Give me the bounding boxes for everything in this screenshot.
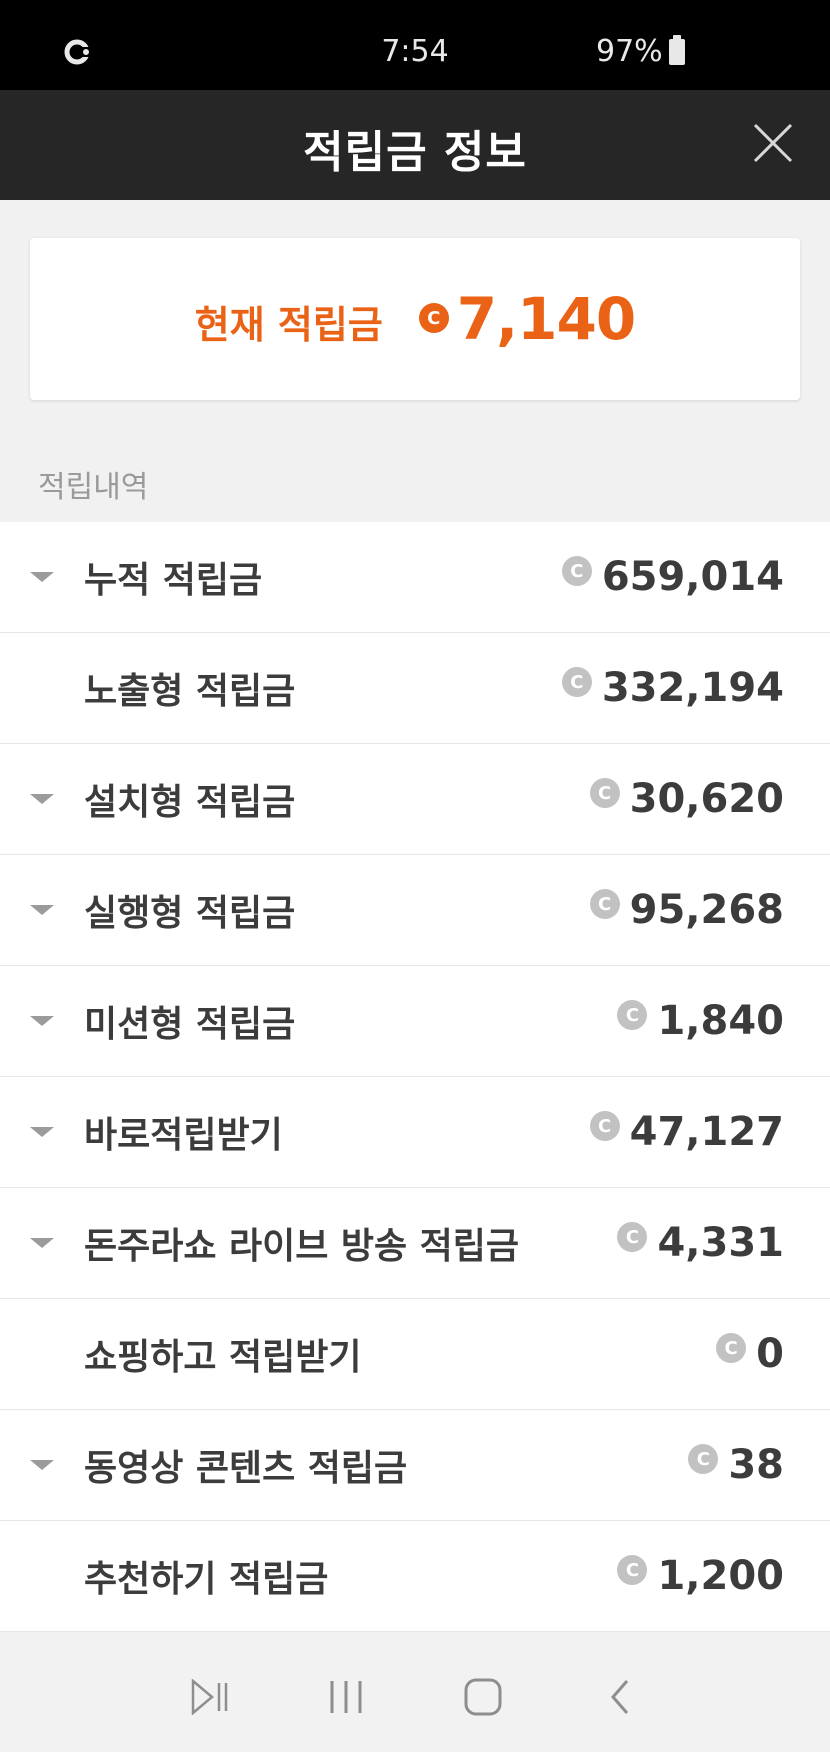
- list-item-amount: 4,331: [657, 1220, 784, 1266]
- battery-icon: [668, 34, 685, 65]
- caret-down-icon: [30, 794, 54, 804]
- coin-icon: C: [561, 556, 592, 586]
- list-item-amount: 659,014: [601, 554, 784, 600]
- list-item-label: 바로적립받기: [84, 1115, 283, 1156]
- list-item-amount: 332,194: [601, 665, 784, 711]
- history-list: 누적 적립금 C 659,014 노출형 적립금 C 332,194 설치형 적…: [0, 522, 830, 1632]
- back-icon: [611, 1680, 629, 1714]
- list-item-amount: 1,200: [657, 1553, 784, 1599]
- current-balance-card: 현재 적립금 C 7,140: [30, 238, 800, 400]
- system-nav-bar: [0, 1642, 830, 1752]
- coin-icon: C: [589, 778, 620, 808]
- coin-icon: C: [617, 1555, 648, 1585]
- recent-apps-button[interactable]: [306, 1642, 386, 1752]
- app-header: 적립금 정보: [0, 90, 830, 200]
- play-pause-icon: [191, 1679, 228, 1715]
- list-item-label: 실행형 적립금: [84, 893, 296, 934]
- page-title: 적립금 정보: [303, 127, 527, 178]
- status-time: 7:54: [381, 34, 449, 69]
- status-bar: 7:54 97%: [0, 0, 830, 90]
- list-item-amount: 30,620: [629, 776, 784, 822]
- list-item-value: C 4,331: [617, 1220, 784, 1266]
- battery-indicator: 97%: [596, 34, 685, 69]
- list-item-amount: 38: [728, 1442, 784, 1488]
- list-item-shopping[interactable]: 쇼핑하고 적립받기 C 0: [0, 1299, 830, 1410]
- back-button[interactable]: [580, 1642, 660, 1752]
- current-balance-amount: 7,140: [456, 285, 636, 353]
- caret-down-icon: [30, 1127, 54, 1137]
- list-item-referral[interactable]: 추천하기 적립금 C 1,200: [0, 1521, 830, 1632]
- caret-down-icon: [30, 1238, 54, 1248]
- list-item-amount: 47,127: [629, 1109, 784, 1155]
- list-item-label: 미션형 적립금: [84, 1004, 296, 1045]
- list-item-value: C 659,014: [561, 554, 784, 600]
- list-item-label: 쇼핑하고 적립받기: [84, 1337, 362, 1378]
- list-item-execution[interactable]: 실행형 적립금 C 95,268: [0, 855, 830, 966]
- coin-icon: C: [617, 1222, 648, 1252]
- coin-icon: C: [418, 303, 449, 333]
- caret-down-icon: [30, 1460, 54, 1470]
- list-item-value: C 30,620: [589, 776, 784, 822]
- list-item-video[interactable]: 동영상 콘텐츠 적립금 C 38: [0, 1410, 830, 1521]
- home-icon: [464, 1678, 502, 1716]
- coin-icon: C: [589, 889, 620, 919]
- list-item-value: C 38: [688, 1442, 784, 1488]
- list-item-cumulative[interactable]: 누적 적립금 C 659,014: [0, 522, 830, 633]
- caret-down-icon: [30, 1016, 54, 1026]
- list-item-label: 누적 적립금: [84, 560, 263, 601]
- battery-percent: 97%: [596, 34, 663, 69]
- list-item-label: 추천하기 적립금: [84, 1559, 329, 1600]
- list-item-mission[interactable]: 미션형 적립금 C 1,840: [0, 966, 830, 1077]
- list-item-value: C 1,840: [617, 998, 784, 1044]
- list-item-value: C 1,200: [617, 1553, 784, 1599]
- list-item-install[interactable]: 설치형 적립금 C 30,620: [0, 744, 830, 855]
- list-item-label: 노출형 적립금: [84, 671, 296, 712]
- list-item-instant[interactable]: 바로적립받기 C 47,127: [0, 1077, 830, 1188]
- list-item-label: 동영상 콘텐츠 적립금: [84, 1448, 408, 1489]
- caret-down-icon: [30, 905, 54, 915]
- coin-icon: C: [716, 1333, 747, 1363]
- list-item-value: C 0: [716, 1331, 784, 1377]
- list-item-value: C 332,194: [561, 665, 784, 711]
- caret-down-icon: [30, 572, 54, 582]
- home-button[interactable]: [443, 1642, 523, 1752]
- coin-icon: C: [561, 667, 592, 697]
- list-item-exposure[interactable]: 노출형 적립금 C 332,194: [0, 633, 830, 744]
- list-item-amount: 1,840: [657, 998, 784, 1044]
- list-item-amount: 95,268: [629, 887, 784, 933]
- list-item-label: 돈주라쇼 라이브 방송 적립금: [84, 1226, 520, 1267]
- play-pause-button[interactable]: [170, 1642, 250, 1752]
- close-icon[interactable]: [752, 122, 794, 164]
- current-balance-label: 현재 적립금: [194, 302, 383, 347]
- coin-icon: C: [617, 1000, 648, 1030]
- list-item-value: C 47,127: [589, 1109, 784, 1155]
- coin-icon: C: [688, 1444, 719, 1474]
- list-item-amount: 0: [756, 1331, 784, 1377]
- history-section-label: 적립내역: [38, 470, 149, 505]
- list-item-value: C 95,268: [589, 887, 784, 933]
- coin-icon: C: [589, 1111, 620, 1141]
- recent-apps-icon: [330, 1681, 362, 1713]
- list-item-live-show[interactable]: 돈주라쇼 라이브 방송 적립금 C 4,331: [0, 1188, 830, 1299]
- list-item-label: 설치형 적립금: [84, 782, 296, 823]
